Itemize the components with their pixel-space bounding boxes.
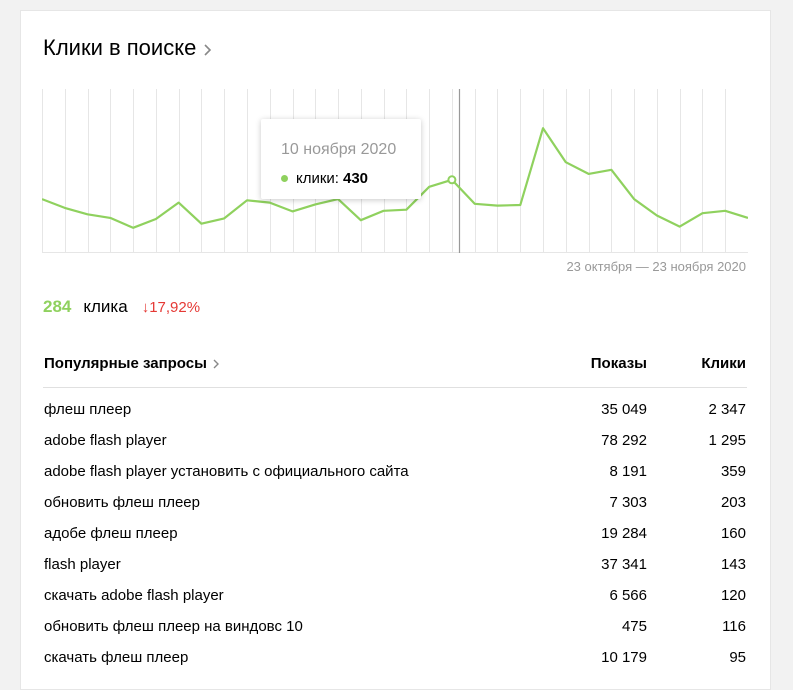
search-clicks-widget: Клики в поиске 10 ноября 2020 клики: 430… xyxy=(20,10,771,690)
table-header: Популярные запросы Показы Клики xyxy=(43,351,747,388)
query-cell[interactable]: скачать флеш плеер xyxy=(44,649,188,666)
table-row[interactable]: flash player 37 341 143 xyxy=(43,556,747,587)
tooltip-value: 430 xyxy=(342,170,369,187)
table-row[interactable]: флеш плеер 35 049 2 347 xyxy=(43,401,747,432)
widget-title-link[interactable]: Клики в поиске xyxy=(43,35,214,61)
clicks-cell: 116 xyxy=(722,618,746,635)
tooltip-series-row: клики: 430 xyxy=(281,170,368,187)
clicks-cell: 203 xyxy=(720,494,746,511)
tooltip-series-label: клики: xyxy=(296,170,339,187)
shows-cell: 7 303 xyxy=(609,494,647,511)
header-shows: Показы xyxy=(590,355,647,372)
widget-title: Клики в поиске xyxy=(43,35,197,60)
table-row[interactable]: адобе флеш плеер 19 284 160 xyxy=(43,525,747,556)
query-cell[interactable]: обновить флеш плеер xyxy=(44,494,200,511)
chevron-right-icon xyxy=(204,44,212,56)
clicks-cell: 160 xyxy=(720,525,746,542)
clicks-cell: 2 347 xyxy=(708,401,746,418)
popular-queries-table: Популярные запросы Показы Клики флеш пле… xyxy=(43,351,747,680)
chart-tooltip: 10 ноября 2020 клики: 430 xyxy=(261,119,421,199)
header-clicks: Клики xyxy=(701,355,746,372)
table-row[interactable]: обновить флеш плеер 7 303 203 xyxy=(43,494,747,525)
shows-cell: 37 341 xyxy=(601,556,647,573)
series-dot-icon xyxy=(281,175,288,182)
date-range: 23 октября — 23 ноября 2020 xyxy=(566,259,746,274)
chevron-right-icon xyxy=(213,359,219,368)
selected-point xyxy=(447,175,457,185)
query-cell[interactable]: скачать adobe flash player xyxy=(44,587,224,604)
popular-queries-link[interactable]: Популярные запросы xyxy=(44,355,220,372)
clicks-cell: 95 xyxy=(729,649,746,666)
table-row[interactable]: adobe flash player установить с официаль… xyxy=(43,463,747,494)
query-cell[interactable]: адобе флеш плеер xyxy=(44,525,178,542)
shows-cell: 19 284 xyxy=(601,525,647,542)
table-row[interactable]: скачать флеш плеер 10 179 95 xyxy=(43,649,747,680)
table-row[interactable]: adobe flash player 78 292 1 295 xyxy=(43,432,747,463)
shows-cell: 8 191 xyxy=(609,463,647,480)
clicks-cell: 1 295 xyxy=(708,432,746,449)
clicks-summary: 284 клика ↓17,92% xyxy=(43,297,200,317)
query-cell[interactable]: adobe flash player xyxy=(44,432,167,449)
summary-change: ↓17,92% xyxy=(141,299,201,316)
query-cell[interactable]: adobe flash player установить с официаль… xyxy=(44,463,409,480)
header-query: Популярные запросы xyxy=(44,355,207,372)
shows-cell: 6 566 xyxy=(609,587,647,604)
shows-cell: 35 049 xyxy=(601,401,647,418)
table-row[interactable]: скачать adobe flash player 6 566 120 xyxy=(43,587,747,618)
query-cell[interactable]: флеш плеер xyxy=(44,401,131,418)
clicks-cell: 143 xyxy=(720,556,746,573)
shows-cell: 10 179 xyxy=(601,649,647,666)
shows-cell: 78 292 xyxy=(601,432,647,449)
table-body: флеш плеер 35 049 2 347 adobe flash player 7… xyxy=(43,388,747,680)
query-cell[interactable]: flash player xyxy=(44,556,121,573)
clicks-cell: 120 xyxy=(720,587,746,604)
table-row[interactable]: обновить флеш плеер на виндовс 10 475 116 xyxy=(43,618,747,649)
clicks-cell: 359 xyxy=(720,463,746,480)
shows-cell: 475 xyxy=(621,618,647,635)
summary-count: 284 xyxy=(43,297,72,316)
tooltip-date: 10 ноября 2020 xyxy=(281,141,397,158)
query-cell[interactable]: обновить флеш плеер на виндовс 10 xyxy=(44,618,303,635)
summary-unit: клика xyxy=(83,297,128,316)
